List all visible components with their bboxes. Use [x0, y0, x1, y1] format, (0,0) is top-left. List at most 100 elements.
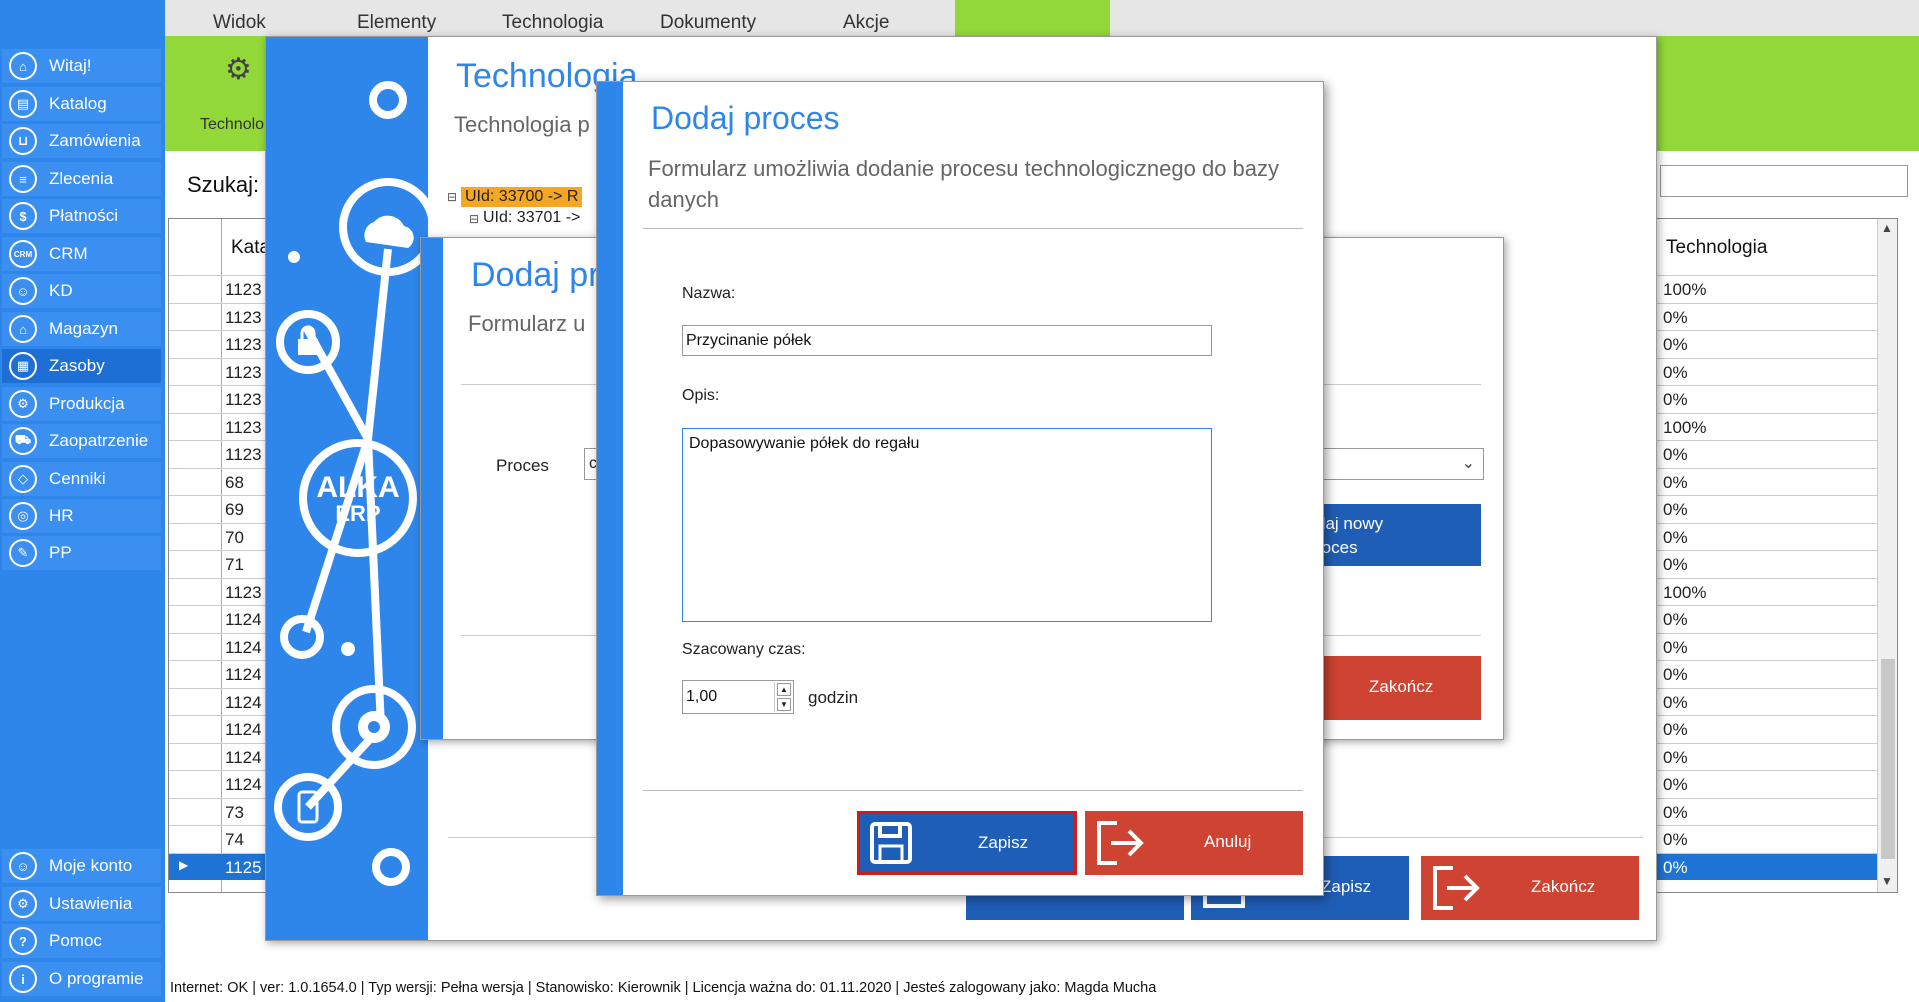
- finish-button[interactable]: Zakończ: [1301, 656, 1481, 720]
- cell-technologia: 0%: [1663, 555, 1688, 574]
- cloud-icon: [364, 215, 414, 248]
- cell-technologia: 100%: [1663, 417, 1707, 437]
- tab-dokumenty[interactable]: Dokumenty: [660, 12, 756, 34]
- sidebar-item-hr[interactable]: ◎ HR: [2, 499, 161, 533]
- tab-widok[interactable]: Widok: [213, 12, 266, 34]
- dialog-title: Dodaj pr: [471, 256, 600, 294]
- list-icon: ≡: [9, 165, 37, 193]
- cell-technologia: 0%: [1663, 830, 1688, 849]
- sidebar-item-moje-konto[interactable]: ☺ Moje konto: [2, 849, 161, 883]
- vertical-scrollbar[interactable]: ▲ ▼: [1877, 219, 1897, 892]
- dollar-icon: $: [9, 202, 37, 230]
- sidebar-item-label: Ustawienia: [49, 894, 133, 913]
- dialog-subtitle: Technologia p: [454, 112, 590, 137]
- estimated-time-label: Szacowany czas:: [682, 641, 806, 658]
- finish-button-label: Zakończ: [1369, 677, 1434, 696]
- ribbon-button-label[interactable]: Technolo: [200, 116, 264, 134]
- sidebar-item-produkcja[interactable]: ⚙ Produkcja: [2, 387, 161, 421]
- scroll-down-icon[interactable]: ▼: [1881, 874, 1893, 888]
- sidebar-item-label: PP: [49, 543, 72, 562]
- cell-technologia: 0%: [1663, 665, 1688, 684]
- cell-katalog: 1123: [225, 417, 262, 437]
- name-field[interactable]: [682, 325, 1212, 356]
- sidebar-item-label: Moje konto: [49, 856, 133, 875]
- stepper-down-icon[interactable]: ▼: [777, 698, 791, 711]
- cell-katalog: 70: [225, 527, 244, 547]
- help-icon: ?: [9, 927, 37, 955]
- cell-technologia: 0%: [1663, 335, 1688, 354]
- divider: [643, 790, 1303, 791]
- dialog-subtitle: Formularz u: [468, 311, 586, 336]
- chevron-down-icon[interactable]: ⌄: [1462, 453, 1475, 473]
- info-icon: i: [9, 965, 37, 993]
- sidebar-item-zasoby[interactable]: ▦ Zasoby: [2, 349, 161, 383]
- sidebar-item-label: Zlecenia: [49, 169, 114, 188]
- time-unit-label: godzin: [808, 688, 859, 707]
- top-menu-bar: Widok Elementy Technologia Dokumenty Akc…: [165, 0, 1919, 36]
- tag-icon: ◇: [9, 465, 37, 493]
- sidebar-item-crm[interactable]: CRM CRM: [2, 237, 161, 271]
- save-button-label: Zapisz: [978, 833, 1029, 852]
- sidebar-item-label: Zamówienia: [49, 131, 141, 150]
- sidebar-item-zamowienia[interactable]: ⊔ Zamówienia: [2, 124, 161, 158]
- cell-technologia: 0%: [1663, 857, 1688, 877]
- sidebar-item-kd[interactable]: ☺ KD: [2, 274, 161, 308]
- dialog-subtitle: Formularz umożliwia dodanie procesu tech…: [648, 156, 1280, 212]
- tree-collapse-icon[interactable]: ⊟: [447, 190, 457, 204]
- gears-icon[interactable]: ⚙: [225, 52, 252, 87]
- search-input[interactable]: [1660, 165, 1908, 197]
- cell-katalog: 1124: [225, 692, 262, 712]
- sidebar-item-pomoc[interactable]: ? Pomoc: [2, 924, 161, 958]
- sidebar-item-cenniki[interactable]: ◇ Cenniki: [2, 462, 161, 496]
- cell-katalog: 1125: [225, 857, 262, 877]
- description-label: Opis:: [682, 387, 720, 404]
- column-header-technologia[interactable]: Technologia: [1666, 237, 1767, 259]
- tab-akcje[interactable]: Akcje: [843, 12, 889, 34]
- tab-elementy[interactable]: Elementy: [357, 12, 436, 34]
- name-label: Nazwa:: [682, 285, 736, 302]
- hr-icon: ◎: [9, 502, 37, 530]
- tree-node[interactable]: UId: 33700 -> R: [461, 187, 583, 207]
- sidebar-item-label: Produkcja: [49, 394, 125, 413]
- finish-button[interactable]: Zakończ: [1421, 856, 1639, 920]
- sidebar: ⌂ Witaj! ▤ Katalog ⊔ Zamówienia ≡ Zlecenia $…: [0, 0, 165, 1002]
- cell-technologia: 0%: [1663, 692, 1688, 712]
- dialog-side-panel: [597, 82, 623, 895]
- description-field[interactable]: Dopasowywanie półek do regału: [682, 428, 1212, 622]
- cell-katalog: 1123: [225, 445, 262, 464]
- sidebar-item-ustawienia[interactable]: ⚙ Ustawienia: [2, 887, 161, 921]
- tree-collapse-icon[interactable]: ⊟: [469, 212, 479, 226]
- sidebar-item-label: O programie: [49, 969, 144, 988]
- cell-technologia: 0%: [1663, 610, 1688, 629]
- alka-erp-graphic: ALKA ERP: [274, 81, 437, 886]
- save-button[interactable]: Zapisz: [857, 811, 1077, 875]
- account-icon: ☺: [9, 852, 37, 880]
- sidebar-item-zaopatrzenie[interactable]: ⛟ Zaopatrzenie: [2, 424, 161, 458]
- cancel-button[interactable]: Anuluj: [1085, 811, 1303, 875]
- sidebar-item-pp[interactable]: ✎ PP: [2, 536, 161, 570]
- dialog-side-panel: ALKA ERP: [266, 37, 437, 940]
- sidebar-item-o-programie[interactable]: i O programie: [2, 962, 161, 996]
- floppy-disk-icon: [870, 822, 912, 864]
- row-indicator-icon: ▶: [179, 857, 189, 872]
- sidebar-item-witaj[interactable]: ⌂ Witaj!: [2, 49, 161, 83]
- cell-katalog: 1124: [225, 775, 262, 794]
- sidebar-item-platnosci[interactable]: $ Płatności: [2, 199, 161, 233]
- cell-katalog: 1124: [225, 665, 262, 684]
- status-bar: Internet: OK | ver: 1.0.1654.0 | Typ wer…: [170, 980, 1157, 996]
- add-new-process-button[interactable]: daj nowy roces: [1311, 504, 1481, 566]
- tree-node[interactable]: UId: 33701 ->: [483, 209, 580, 227]
- sidebar-item-zlecenia[interactable]: ≡ Zlecenia: [2, 162, 161, 196]
- sidebar-item-katalog[interactable]: ▤ Katalog: [2, 87, 161, 121]
- sidebar-item-label: Zasoby: [49, 356, 105, 375]
- tab-technologia[interactable]: Technologia: [502, 12, 603, 34]
- stepper-up-icon[interactable]: ▲: [777, 683, 791, 696]
- scroll-thumb[interactable]: [1881, 659, 1895, 859]
- sidebar-item-magazyn[interactable]: ⌂ Magazyn: [2, 312, 161, 346]
- cell-katalog: 1123: [225, 280, 262, 299]
- cancel-button-label: Anuluj: [1204, 832, 1252, 851]
- cell-technologia: 0%: [1663, 720, 1688, 739]
- scroll-up-icon[interactable]: ▲: [1881, 221, 1893, 235]
- cell-katalog: 68: [225, 472, 244, 492]
- sidebar-item-label: Cenniki: [49, 469, 106, 488]
